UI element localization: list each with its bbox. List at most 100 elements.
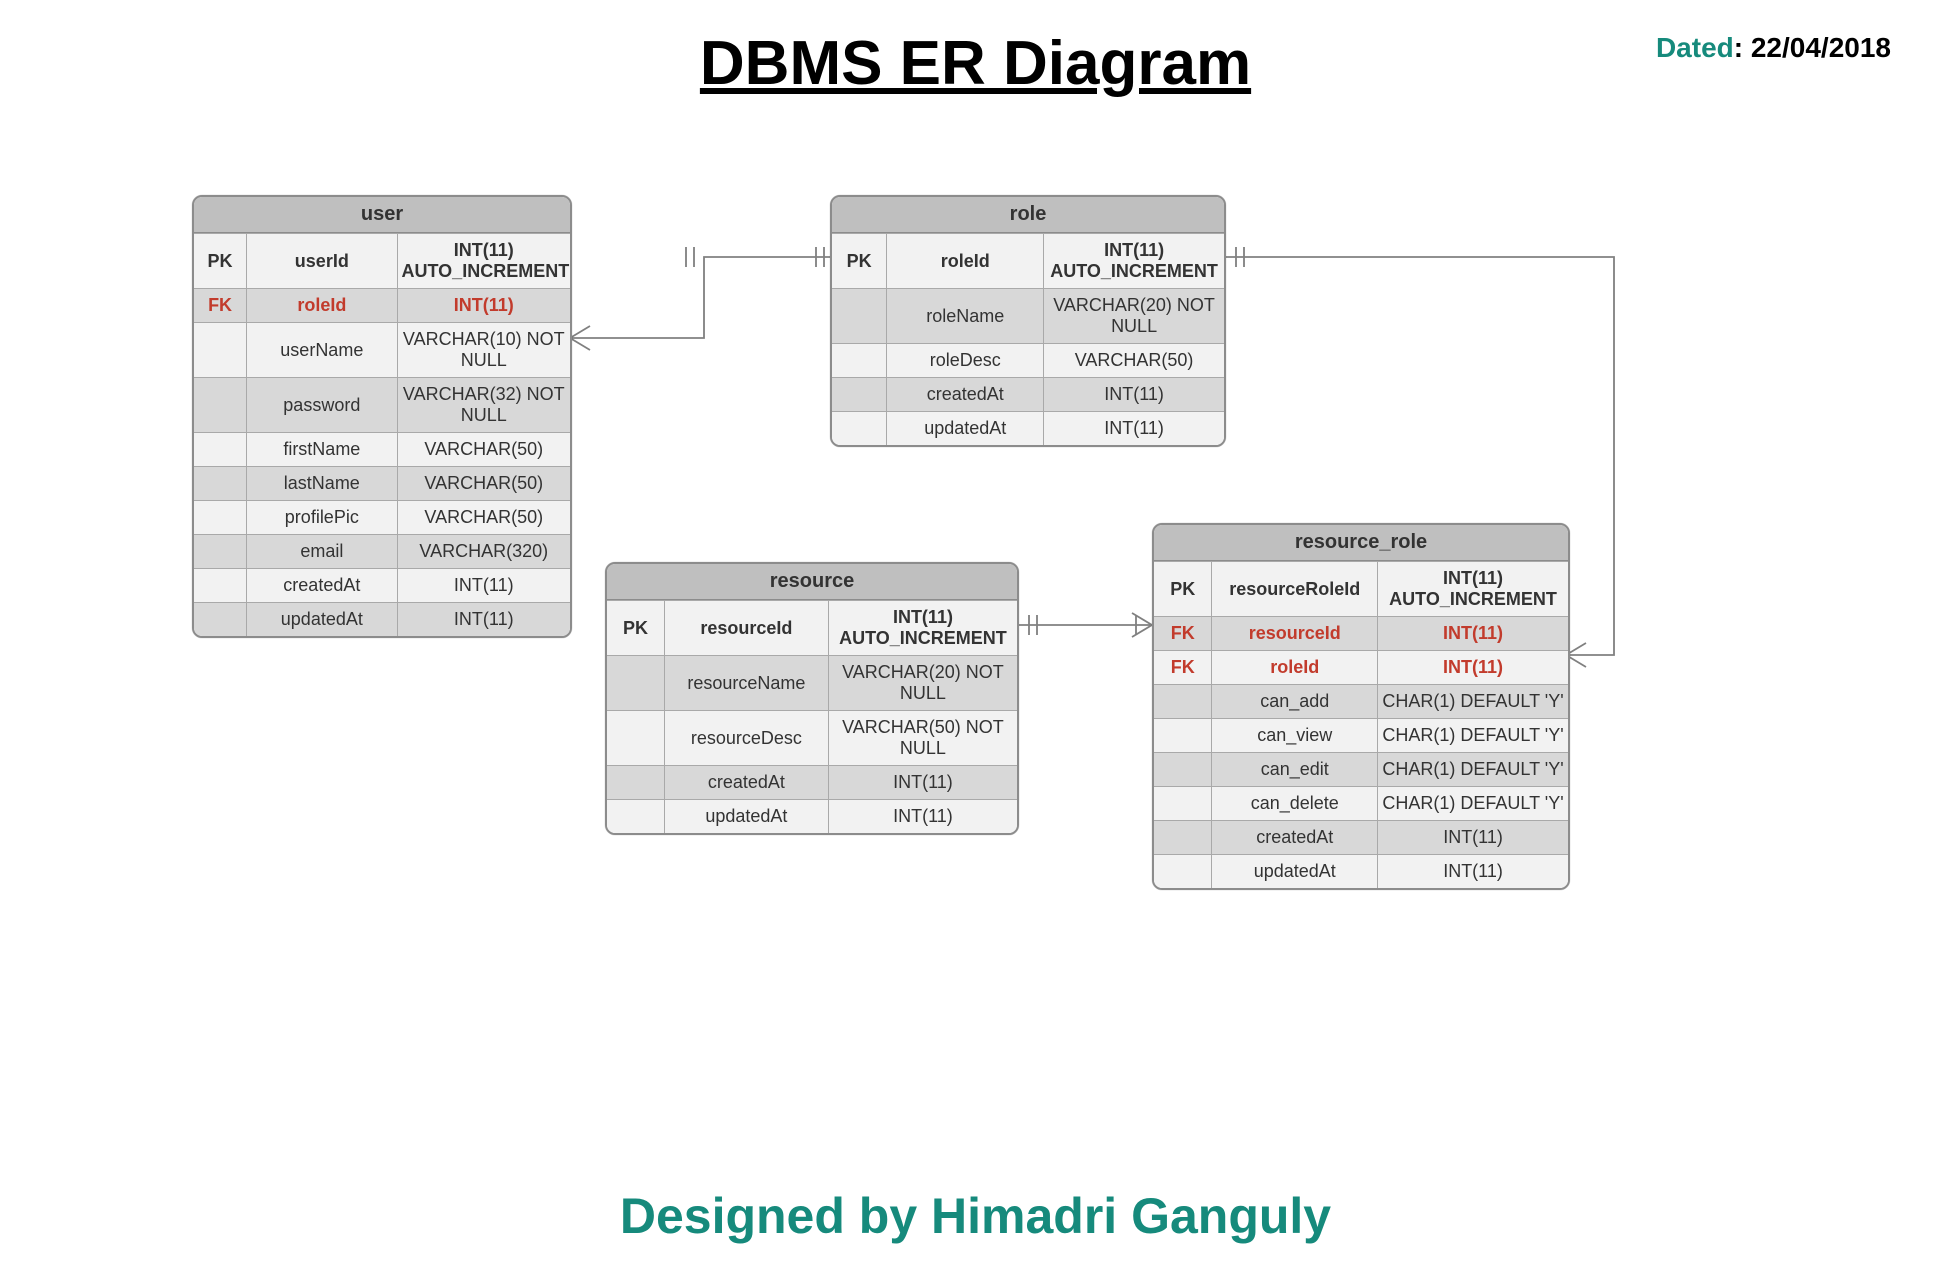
key-cell: FK [194, 289, 247, 323]
column-cell: can_delete [1212, 787, 1378, 821]
key-cell [194, 569, 247, 603]
column-cell: createdAt [664, 766, 828, 800]
key-cell [1154, 821, 1212, 855]
type-cell: CHAR(1) DEFAULT 'Y' [1378, 685, 1568, 719]
column-cell: email [247, 535, 397, 569]
type-cell: INT(11) [1378, 821, 1568, 855]
key-cell [832, 378, 887, 412]
type-cell: VARCHAR(10) NOT NULL [397, 323, 570, 378]
type-cell: INT(11) [1044, 412, 1224, 446]
key-cell [194, 378, 247, 433]
type-cell: CHAR(1) DEFAULT 'Y' [1378, 753, 1568, 787]
column-cell: roleName [887, 289, 1044, 344]
column-cell: resourceName [664, 656, 828, 711]
type-cell: INT(11) [397, 289, 570, 323]
type-cell: VARCHAR(32) NOT NULL [397, 378, 570, 433]
column-cell: resourceId [1212, 617, 1378, 651]
entity-title: user [194, 197, 570, 233]
one-bar-icon [816, 247, 824, 267]
column-cell: password [247, 378, 397, 433]
entity-title: role [832, 197, 1224, 233]
key-cell [194, 535, 247, 569]
column-cell: updatedAt [1212, 855, 1378, 889]
one-bar-icon [1029, 615, 1037, 635]
column-cell: firstName [247, 433, 397, 467]
type-cell: INT(11) [1378, 651, 1568, 685]
key-cell [1154, 855, 1212, 889]
type-cell: VARCHAR(50) NOT NULL [828, 711, 1017, 766]
er-diagram: user PKuserIdINT(11) AUTO_INCREMENTFKrol… [0, 0, 1951, 1283]
key-cell: PK [1154, 562, 1212, 617]
entity-title: resource_role [1154, 525, 1568, 561]
entity-role: role PKroleIdINT(11) AUTO_INCREMENTroleN… [830, 195, 1226, 447]
column-cell: updatedAt [247, 603, 397, 637]
type-cell: VARCHAR(50) [397, 433, 570, 467]
key-cell: PK [832, 234, 887, 289]
entity-rows: PKresourceRoleIdINT(11) AUTO_INCREMENT FK… [1154, 562, 1568, 889]
key-cell [832, 289, 887, 344]
type-cell: INT(11) [1378, 617, 1568, 651]
type-cell: INT(11) AUTO_INCREMENT [1378, 562, 1568, 617]
column-cell: can_view [1212, 719, 1378, 753]
entity-user: user PKuserIdINT(11) AUTO_INCREMENT FKrol… [192, 195, 572, 638]
key-cell [607, 711, 664, 766]
key-cell [607, 800, 664, 834]
key-cell: FK [1154, 617, 1212, 651]
key-cell [194, 433, 247, 467]
key-cell [1154, 753, 1212, 787]
column-cell: profilePic [247, 501, 397, 535]
type-cell: INT(11) [828, 800, 1017, 834]
entity-rows: PKroleIdINT(11) AUTO_INCREMENTroleNameVA… [832, 234, 1224, 446]
type-cell: VARCHAR(50) [397, 501, 570, 535]
key-cell [832, 412, 887, 446]
column-cell: userId [247, 234, 397, 289]
key-cell: FK [1154, 651, 1212, 685]
entity-resource: resource PKresourceIdINT(11) AUTO_INCREM… [605, 562, 1019, 835]
key-cell: PK [194, 234, 247, 289]
type-cell: VARCHAR(20) NOT NULL [1044, 289, 1224, 344]
column-cell: createdAt [1212, 821, 1378, 855]
column-cell: resourceId [664, 601, 828, 656]
key-cell [194, 603, 247, 637]
key-cell [832, 344, 887, 378]
column-cell: resourceDesc [664, 711, 828, 766]
type-cell: CHAR(1) DEFAULT 'Y' [1378, 787, 1568, 821]
column-cell: can_edit [1212, 753, 1378, 787]
type-cell: INT(11) AUTO_INCREMENT [397, 234, 570, 289]
one-bar-icon [1236, 247, 1244, 267]
type-cell: INT(11) [1378, 855, 1568, 889]
type-cell: VARCHAR(50) [397, 467, 570, 501]
column-cell: updatedAt [887, 412, 1044, 446]
crowfoot-icon [570, 326, 590, 350]
column-cell: roleId [1212, 651, 1378, 685]
key-cell [1154, 685, 1212, 719]
key-cell [194, 323, 247, 378]
entity-rows: PKresourceIdINT(11) AUTO_INCREMENTresour… [607, 601, 1017, 834]
key-cell [607, 766, 664, 800]
type-cell: VARCHAR(20) NOT NULL [828, 656, 1017, 711]
key-cell [1154, 787, 1212, 821]
column-cell: roleId [247, 289, 397, 323]
column-cell: createdAt [887, 378, 1044, 412]
key-cell [194, 467, 247, 501]
entity-title: resource [607, 564, 1017, 600]
type-cell: INT(11) AUTO_INCREMENT [828, 601, 1017, 656]
entity-rows: PKuserIdINT(11) AUTO_INCREMENTFKroleIdIN… [194, 234, 570, 637]
type-cell: INT(11) [397, 569, 570, 603]
column-cell: resourceRoleId [1212, 562, 1378, 617]
column-cell: updatedAt [664, 800, 828, 834]
type-cell: VARCHAR(320) [397, 535, 570, 569]
type-cell: VARCHAR(50) [1044, 344, 1224, 378]
column-cell: roleDesc [887, 344, 1044, 378]
column-cell: lastName [247, 467, 397, 501]
type-cell: INT(11) [397, 603, 570, 637]
key-cell [194, 501, 247, 535]
key-cell: PK [607, 601, 664, 656]
entity-resource_role: resource_role PKresourceRoleIdINT(11) AU… [1152, 523, 1570, 890]
crowfoot-icon [1132, 613, 1152, 637]
key-cell [1154, 719, 1212, 753]
column-cell: createdAt [247, 569, 397, 603]
column-cell: roleId [887, 234, 1044, 289]
column-cell: userName [247, 323, 397, 378]
footer-credit: Designed by Himadri Ganguly [0, 1187, 1951, 1245]
